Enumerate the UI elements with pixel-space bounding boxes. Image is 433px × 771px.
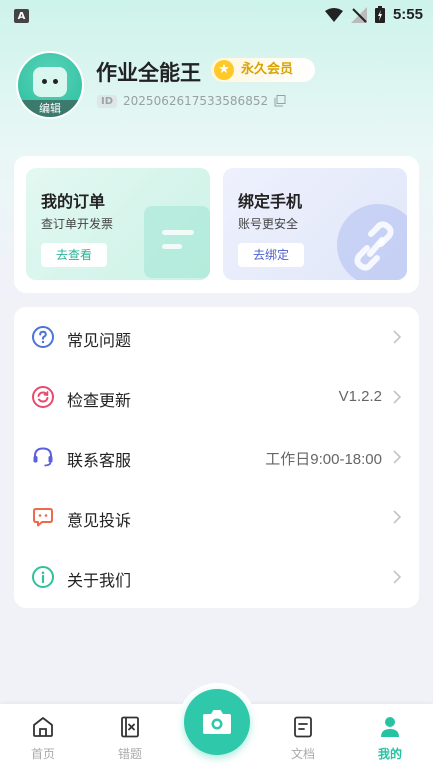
bind-phone-button[interactable]: 去绑定 bbox=[238, 243, 304, 267]
bind-phone-title: 绑定手机 bbox=[238, 192, 303, 211]
wifi-icon bbox=[324, 7, 343, 22]
copy-icon[interactable] bbox=[274, 95, 286, 107]
my-orders-subtitle: 查订单开发票 bbox=[41, 217, 114, 231]
headset-icon bbox=[33, 447, 53, 467]
chevron-right-icon bbox=[393, 450, 402, 464]
bind-phone-subtitle: 账号更安全 bbox=[238, 217, 299, 231]
chevron-right-icon bbox=[393, 570, 402, 584]
home-icon bbox=[33, 717, 53, 737]
nav-label-home: 首页 bbox=[30, 747, 55, 761]
camera-icon bbox=[203, 710, 231, 734]
notification-icon: A bbox=[14, 9, 29, 23]
info-icon bbox=[32, 566, 54, 588]
document-decoration-icon bbox=[144, 206, 210, 278]
menu-label-faq: 常见问题 bbox=[67, 331, 132, 350]
user-id-row: ID 2025062617533586852 bbox=[97, 94, 286, 108]
username: 作业全能王 bbox=[96, 61, 201, 85]
quick-cards-panel: 我的订单 查订单开发票 去查看 绑定手机 账号更安全 去绑定 bbox=[14, 156, 419, 293]
nav-home[interactable]: 首页 bbox=[13, 712, 73, 768]
menu-item-customer-service[interactable]: 联系客服 工作日9:00-18:00 bbox=[14, 427, 419, 487]
chevron-right-icon bbox=[393, 390, 402, 404]
menu-item-feedback[interactable]: 意见投诉 bbox=[14, 487, 419, 547]
nav-mine[interactable]: 我的 bbox=[360, 712, 420, 768]
avatar-edit-label[interactable]: 编辑 bbox=[18, 100, 82, 117]
my-orders-title: 我的订单 bbox=[41, 192, 106, 211]
refresh-icon bbox=[32, 386, 54, 408]
chevron-right-icon bbox=[393, 330, 402, 344]
nav-wrong-book[interactable]: 错题 bbox=[100, 712, 160, 768]
crown-icon: ★ bbox=[214, 60, 234, 80]
app-version: V1.2.2 bbox=[338, 388, 382, 405]
menu-label-about: 关于我们 bbox=[67, 571, 132, 590]
user-icon bbox=[381, 717, 399, 737]
settings-menu: 常见问题 检查更新 V1.2.2 联系客服 工作日9:00-18:00 意见投诉 bbox=[14, 307, 419, 608]
id-tag: ID bbox=[97, 94, 118, 108]
document-icon bbox=[294, 716, 312, 738]
avatar[interactable]: 编辑 bbox=[16, 51, 84, 119]
menu-label-feedback: 意见投诉 bbox=[67, 511, 132, 530]
nav-documents[interactable]: 文档 bbox=[273, 712, 333, 768]
vip-badge[interactable]: ★ 永久会员 bbox=[211, 58, 316, 82]
question-icon bbox=[32, 326, 54, 348]
no-signal-icon bbox=[350, 6, 367, 23]
battery-icon bbox=[374, 6, 385, 23]
status-indicators: 5:55 bbox=[324, 6, 423, 23]
status-time: 5:55 bbox=[392, 6, 423, 23]
chat-icon bbox=[33, 508, 53, 527]
menu-item-check-update[interactable]: 检查更新 V1.2.2 bbox=[14, 367, 419, 427]
vip-label: 永久会员 bbox=[241, 62, 294, 77]
view-orders-button[interactable]: 去查看 bbox=[41, 243, 107, 267]
menu-label-customer-service: 联系客服 bbox=[67, 451, 132, 470]
menu-item-about[interactable]: 关于我们 bbox=[14, 547, 419, 607]
menu-label-check-update: 检查更新 bbox=[67, 391, 132, 410]
bind-phone-card[interactable]: 绑定手机 账号更安全 去绑定 bbox=[223, 168, 407, 280]
my-orders-card[interactable]: 我的订单 查订单开发票 去查看 bbox=[26, 168, 210, 280]
wrong-book-icon bbox=[121, 716, 139, 738]
link-decoration-icon bbox=[337, 204, 407, 280]
status-bar: A 5:55 bbox=[0, 0, 433, 32]
nav-label-mine: 我的 bbox=[377, 747, 402, 761]
camera-button[interactable] bbox=[184, 689, 250, 755]
nav-label-documents: 文档 bbox=[290, 747, 315, 761]
service-hours: 工作日9:00-18:00 bbox=[265, 451, 382, 468]
menu-item-faq[interactable]: 常见问题 bbox=[14, 307, 419, 367]
nav-label-wrong-book: 错题 bbox=[117, 747, 142, 761]
user-id-value: 2025062617533586852 bbox=[123, 94, 269, 108]
chevron-right-icon bbox=[393, 510, 402, 524]
